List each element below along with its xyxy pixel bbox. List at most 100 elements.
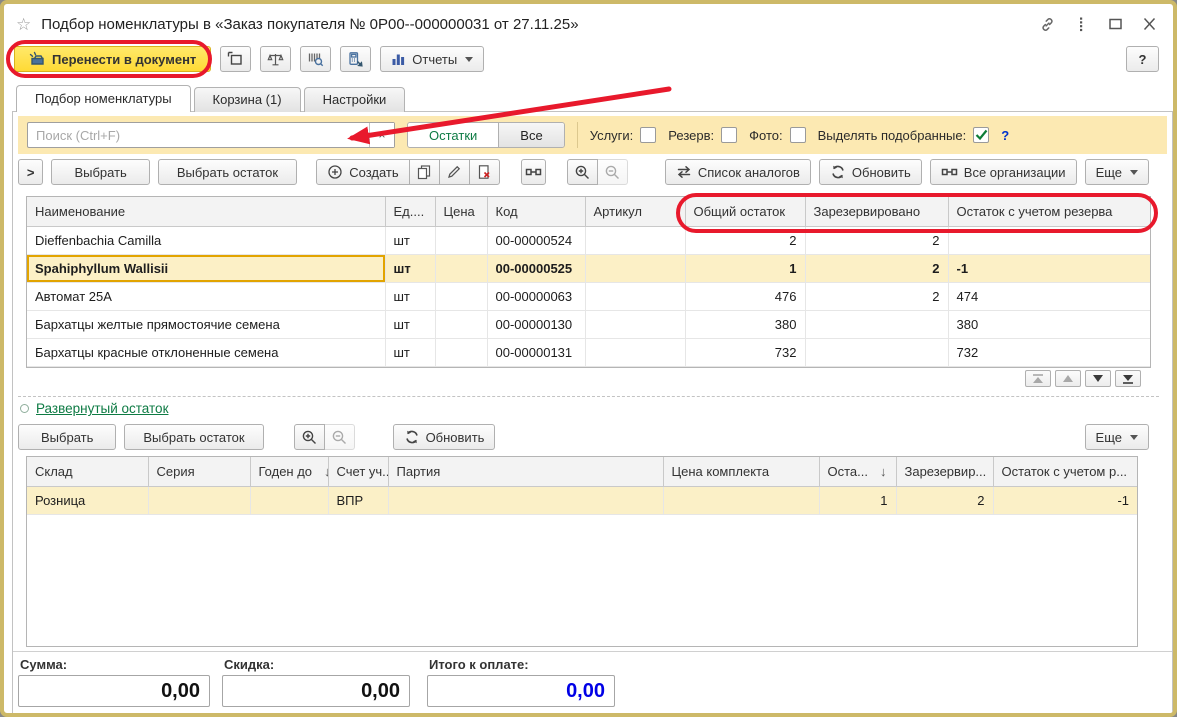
tab-cart[interactable]: Корзина (1) — [194, 87, 301, 112]
scales-icon — [267, 51, 284, 68]
scroll-to-bottom-button[interactable] — [1115, 370, 1141, 387]
window-title: Подбор номенклатуры в «Заказ покупателя … — [41, 16, 578, 33]
nomenclature-table: Наименование Ед.... Цена Код Артикул Общ… — [26, 196, 1151, 368]
table-row-selected[interactable]: Spahiphyllum Wallisiiшт 00-00000525 1 2-… — [27, 254, 1150, 282]
select-button[interactable]: Выбрать — [51, 159, 149, 185]
column-header-article[interactable]: Артикул — [585, 197, 685, 226]
table-row[interactable]: Бархатцы желтые прямостоячие семенашт 00… — [27, 310, 1150, 338]
analogs-list-button[interactable]: Список аналогов — [665, 159, 811, 185]
transfer-button-label: Перенести в документ — [52, 52, 196, 67]
transfer-to-document-button[interactable]: Перенести в документ — [14, 46, 211, 72]
column-header-stock[interactable]: Оста...↓ — [819, 457, 896, 486]
photo-checkbox[interactable] — [790, 127, 806, 143]
scroll-up-button[interactable] — [1055, 370, 1081, 387]
expanded-select-stock-button[interactable]: Выбрать остаток — [124, 424, 263, 450]
toggle-all-option[interactable]: Все — [499, 123, 563, 147]
more-menu-icon[interactable] — [1067, 12, 1095, 36]
sum-field[interactable] — [18, 675, 210, 707]
delete-line-button[interactable] — [469, 159, 500, 185]
linked-items-button[interactable] — [521, 159, 546, 185]
zoom-button-group — [567, 159, 628, 185]
expanded-zoom-in-button[interactable] — [294, 424, 325, 450]
tab-item-selection[interactable]: Подбор номенклатуры — [16, 85, 191, 112]
highlight-picked-checkbox[interactable] — [973, 127, 989, 143]
reserve-checkbox-row: Резерв: — [668, 127, 737, 143]
link-icon[interactable] — [1033, 12, 1061, 36]
zoom-in-icon — [301, 429, 318, 446]
refresh-icon — [830, 164, 846, 180]
search-input[interactable] — [28, 123, 369, 147]
expanded-more-button[interactable]: Еще — [1085, 424, 1149, 450]
column-header-expiry[interactable]: Годен до↓ — [250, 457, 328, 486]
table-row-selected[interactable]: Розница ВПР 1 2 -1 — [27, 486, 1137, 514]
table-row[interactable]: Dieffenbachia Camillaшт 00-00000524 2 2 — [27, 226, 1150, 254]
command-bar: Перенести в документ Отчеты — [14, 46, 484, 72]
data-terminal-icon — [347, 51, 364, 68]
filter-help-link[interactable]: ? — [1001, 128, 1009, 143]
analogs-button-label: Список аналогов — [698, 165, 800, 180]
column-header-total-stock[interactable]: Общий остаток — [685, 197, 805, 226]
column-header-price[interactable]: Цена — [435, 197, 487, 226]
column-header-series[interactable]: Серия — [148, 457, 250, 486]
expanded-select-button[interactable]: Выбрать — [18, 424, 116, 450]
column-header-warehouse[interactable]: Склад — [27, 457, 148, 486]
toggle-stock-option[interactable]: Остатки — [408, 123, 499, 147]
column-header-batch[interactable]: Партия — [388, 457, 663, 486]
barcode-search-button[interactable] — [300, 46, 331, 72]
reserve-checkbox[interactable] — [721, 127, 737, 143]
create-button[interactable]: Создать — [316, 159, 409, 185]
create-button-group: Создать — [316, 159, 499, 185]
column-header-name[interactable]: Наименование — [27, 197, 385, 226]
table-header-row: Наименование Ед.... Цена Код Артикул Общ… — [27, 197, 1150, 226]
column-header-reserved[interactable]: Зарезервировано — [805, 197, 948, 226]
frame-select-button[interactable] — [220, 46, 251, 72]
copy-button[interactable] — [409, 159, 440, 185]
all-organizations-label: Все организации — [964, 165, 1066, 180]
all-organizations-button[interactable]: Все организации — [930, 159, 1077, 185]
refresh-button[interactable]: Обновить — [819, 159, 922, 185]
services-checkbox-label: Услуги: — [590, 128, 634, 143]
barcode-search-icon — [307, 51, 324, 68]
column-header-kit-price[interactable]: Цена комплекта — [663, 457, 819, 486]
expanded-zoom-out-button[interactable] — [324, 424, 355, 450]
column-header-net-stock[interactable]: Остаток с учетом р... — [993, 457, 1137, 486]
favorite-star-icon[interactable]: ☆ — [16, 16, 31, 33]
scroll-down-button[interactable] — [1085, 370, 1111, 387]
table-row[interactable]: Бархатцы красные отклоненные семенашт 00… — [27, 338, 1150, 366]
zoom-in-button[interactable] — [567, 159, 598, 185]
column-header-code[interactable]: Код — [487, 197, 585, 226]
services-checkbox[interactable] — [640, 127, 656, 143]
expand-panel-button[interactable]: > — [18, 159, 43, 185]
reports-button[interactable]: Отчеты — [380, 46, 484, 72]
maximize-icon[interactable] — [1101, 12, 1129, 36]
table-row[interactable]: Автомат 25Ашт 00-00000063 476 2474 — [27, 282, 1150, 310]
close-icon[interactable] — [1135, 12, 1163, 36]
column-header-reserved[interactable]: Зарезервир... — [896, 457, 993, 486]
zoom-out-button[interactable] — [597, 159, 628, 185]
expanded-stock-link[interactable]: Развернутый остаток — [20, 401, 168, 416]
discount-field[interactable] — [222, 675, 410, 707]
search-clear-button[interactable]: × — [369, 123, 394, 147]
total-due-field[interactable] — [427, 675, 615, 707]
select-stock-button[interactable]: Выбрать остаток — [158, 159, 297, 185]
tab-strip: Подбор номенклатуры Корзина (1) Настройк… — [16, 85, 408, 112]
more-button[interactable]: Еще — [1085, 159, 1149, 185]
linked-items-icon — [525, 166, 542, 178]
tab-settings[interactable]: Настройки — [304, 87, 406, 112]
scroll-to-top-button[interactable] — [1025, 370, 1051, 387]
panel-splitter[interactable] — [18, 396, 1159, 397]
column-header-net-stock[interactable]: Остаток с учетом резерва — [948, 197, 1150, 226]
services-checkbox-row: Услуги: — [590, 127, 657, 143]
expanded-refresh-label: Обновить — [426, 430, 485, 445]
pencil-icon — [446, 164, 462, 180]
scales-button[interactable] — [260, 46, 291, 72]
help-button[interactable]: ? — [1126, 46, 1159, 72]
expanded-refresh-button[interactable]: Обновить — [393, 424, 496, 450]
column-header-account[interactable]: Счет уч... — [328, 457, 388, 486]
data-terminal-button[interactable] — [340, 46, 371, 72]
edit-button[interactable] — [439, 159, 470, 185]
column-header-unit[interactable]: Ед.... — [385, 197, 435, 226]
refresh-button-label: Обновить — [852, 165, 911, 180]
zoom-out-icon — [331, 429, 348, 446]
photo-checkbox-row: Фото: — [749, 127, 805, 143]
